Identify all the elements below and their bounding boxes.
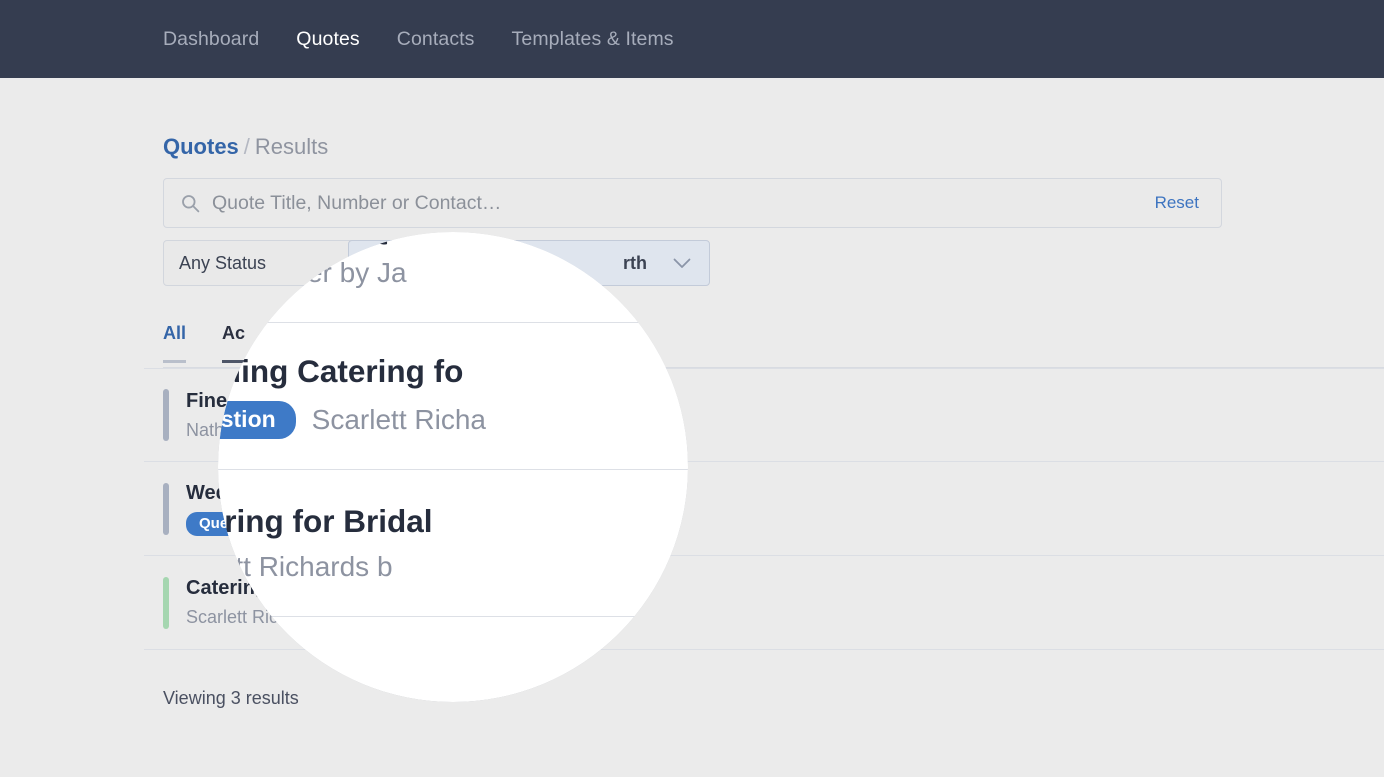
row-status-bar (163, 389, 169, 441)
magnified-table-row: Catering for Bridal Scarlett Richards b (218, 470, 688, 617)
page-content: Quotes/Results Reset Any Status rth (0, 78, 1384, 777)
magnified-content: rth Fine Catering Q Nathan Carter by Ja (218, 232, 688, 617)
magnifier-lens: rth Fine Catering Q Nathan Carter by Ja (218, 232, 688, 702)
search-icon (182, 194, 200, 212)
row-subtitle: Nathan Carter by Ja (218, 257, 407, 289)
status-badge: Question (218, 401, 296, 439)
row-title: Wedding Catering fo (218, 353, 464, 389)
tab-all[interactable]: All (163, 323, 187, 363)
row-title: Catering for Bridal (218, 503, 433, 539)
row-subtitle: Question Scarlett Richa (218, 401, 486, 439)
row-status-bar (163, 482, 169, 535)
nav-item-dashboard[interactable]: Dashboard (163, 28, 259, 51)
row-text: Fine Catering Q Nathan Carter by Ja (218, 232, 407, 289)
row-text: Wedding Catering fo Question Scarlett Ri… (218, 353, 486, 439)
breadcrumb-separator: / (243, 134, 250, 159)
row-title: Fine Catering Q (218, 232, 407, 246)
row-subtitle-text: Scarlett Richards b (218, 551, 393, 582)
row-text: Catering for Bridal Scarlett Richards b (218, 503, 433, 583)
breadcrumb-current-results: Results (254, 134, 329, 159)
row-subtitle: Scarlett Richards b (218, 551, 433, 583)
row-status-bar (163, 576, 169, 629)
magnified-table-row: Wedding Catering fo Question Scarlett Ri… (218, 323, 688, 470)
app-root: Dashboard Quotes Contacts Templates & It… (0, 0, 1384, 777)
search-bar[interactable]: Reset (163, 178, 1222, 228)
row-subtitle-text: Scarlett Richa (311, 404, 486, 435)
nav-item-quotes[interactable]: Quotes (296, 28, 359, 51)
row-subtitle-text: Nathan Carter by Ja (218, 257, 407, 288)
top-navigation-bar: Dashboard Quotes Contacts Templates & It… (0, 0, 1384, 78)
breadcrumb: Quotes / Results (163, 134, 328, 160)
nav-item-templates-items[interactable]: Templates & Items (512, 28, 674, 51)
results-count-label: Viewing 3 results (163, 688, 299, 708)
reset-search-link[interactable]: Reset (1155, 193, 1199, 213)
search-input[interactable] (212, 191, 1155, 215)
breadcrumb-link-quotes[interactable]: Quotes (163, 134, 239, 159)
nav-item-contacts[interactable]: Contacts (397, 28, 475, 51)
magnified-table-row: Fine Catering Q Nathan Carter by Ja (218, 232, 688, 323)
